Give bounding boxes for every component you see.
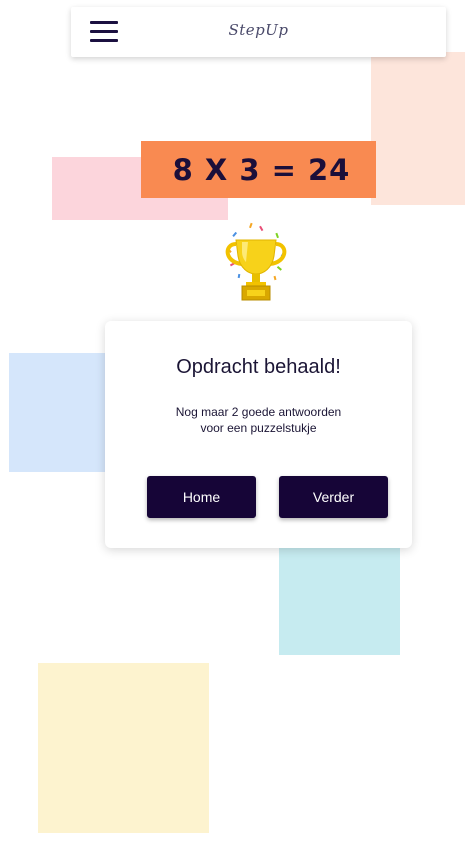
app-title: StepUp [228, 21, 289, 39]
home-button[interactable]: Home [147, 476, 256, 518]
result-card: Opdracht behaald! Nog maar 2 goede antwo… [105, 321, 412, 548]
decorative-square-yellow [38, 663, 209, 833]
result-message-line2: voor een puzzelstukje [200, 421, 317, 435]
app-header: StepUp [71, 7, 446, 57]
decorative-square-peach [371, 52, 465, 205]
trophy-icon [225, 222, 287, 301]
result-message-line1: Nog maar 2 goede antwoorden [175, 405, 342, 419]
result-title: Opdracht behaald! [176, 356, 341, 378]
result-message: Nog maar 2 goede antwoorden voor een puz… [145, 404, 372, 436]
next-button[interactable]: Verder [279, 476, 388, 518]
equation-banner: 8 X 3 = 24 [141, 141, 376, 198]
